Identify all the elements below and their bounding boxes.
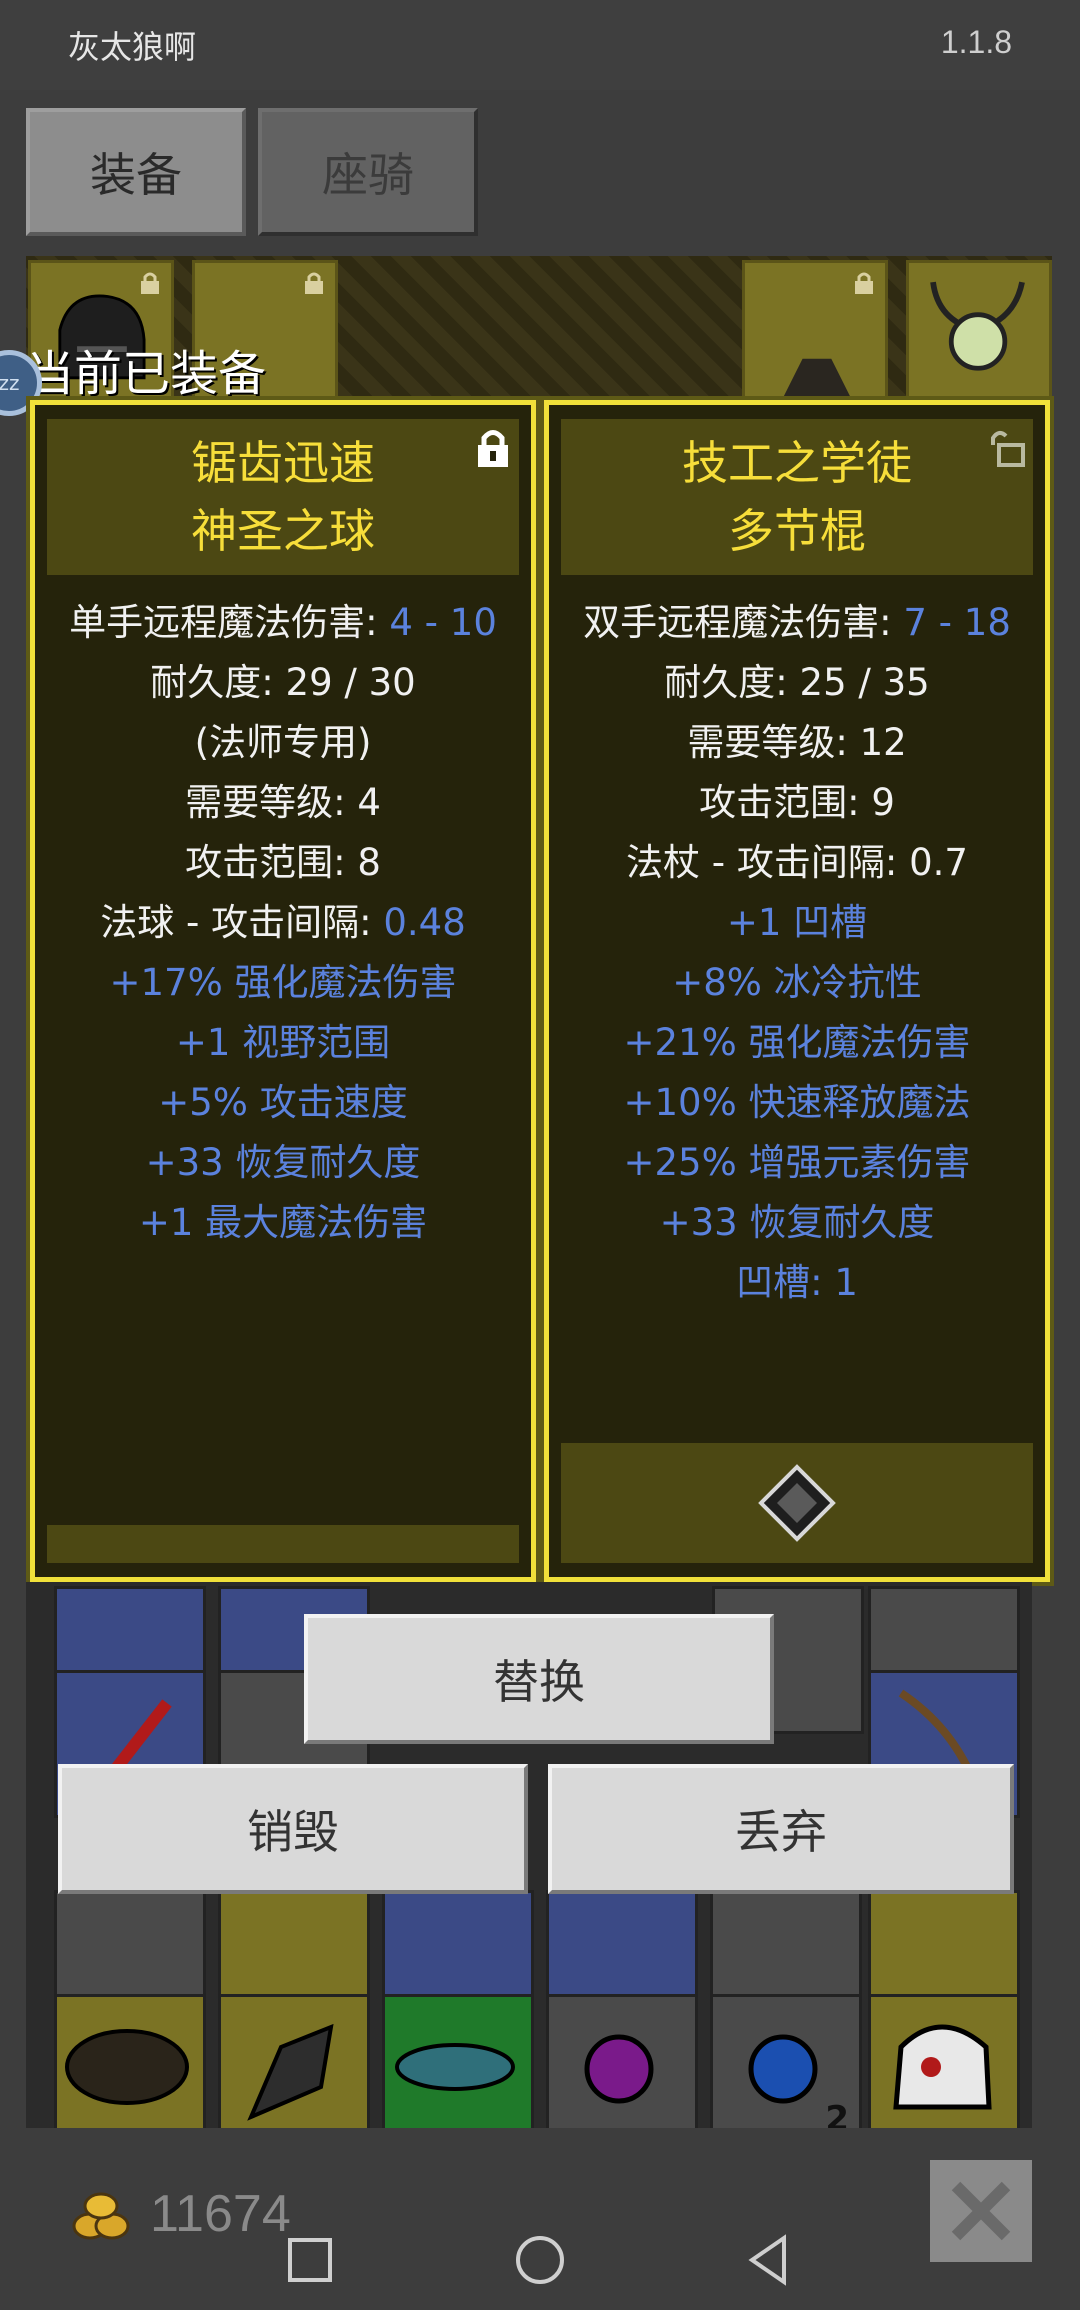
stat-line: 双手远程魔法伤害: 7 - 18 — [583, 601, 1011, 644]
stat-line: 法球 - 攻击间隔: 0.48 — [100, 901, 466, 944]
inventory-slot[interactable] — [218, 1994, 370, 2142]
stat-line: 需要等级: 4 — [185, 781, 381, 824]
status-bar: 灰太狼啊 1.1.8 — [0, 0, 1080, 90]
stat-line: 法杖 - 攻击间隔: 0.7 — [626, 841, 968, 884]
item-card-selected: 技工之学徒 多节棍 双手远程魔法伤害: 7 - 18 耐久度: 25 / 35 … — [540, 396, 1054, 1586]
socket-footer — [561, 1443, 1033, 1563]
amulet-icon — [930, 281, 1025, 371]
card-footer — [47, 1525, 519, 1563]
diamond-socket-icon — [758, 1464, 836, 1542]
discard-button[interactable]: 丢弃 — [548, 1764, 1014, 1894]
item-affix: 技工之学徒 — [682, 436, 912, 490]
magic-stat-line: +1 凹槽 — [726, 901, 868, 944]
magic-stat-line: 凹槽: 1 — [736, 1261, 858, 1304]
belt-icon — [65, 2029, 189, 2105]
stat-line: 需要等级: 12 — [687, 721, 907, 764]
inventory-slot[interactable] — [868, 1994, 1020, 2142]
magic-stat-line: +8% 冰冷抗性 — [672, 961, 922, 1004]
lock-icon — [855, 272, 873, 294]
magic-stat-line: +33 恢复耐久度 — [145, 1141, 421, 1184]
version-label: 1.1.8 — [940, 24, 1012, 60]
stat-line: 单手远程魔法伤害: 4 - 10 — [69, 601, 497, 644]
inventory-slot[interactable] — [54, 1994, 206, 2142]
lock-icon[interactable] — [475, 427, 511, 469]
ring-icon — [395, 2043, 515, 2091]
equip-slot-armor[interactable] — [742, 260, 888, 400]
magic-stat-line: +17% 强化魔法伤害 — [109, 961, 457, 1004]
magic-stat-line: +1 视野范围 — [175, 1021, 391, 1064]
equip-slot-amulet[interactable] — [906, 260, 1052, 400]
item-base-name: 神圣之球 — [191, 504, 375, 558]
item-base-name: 多节棍 — [728, 504, 866, 558]
item-stats: 双手远程魔法伤害: 7 - 18 耐久度: 25 / 35 需要等级: 12 攻… — [549, 593, 1045, 1313]
tab-equipment[interactable]: 装备 — [26, 108, 246, 236]
stat-line: (法师专用) — [194, 721, 372, 764]
magic-stat-line: +33 恢复耐久度 — [659, 1201, 935, 1244]
item-affix: 锯齿迅速 — [191, 436, 375, 490]
magic-stat-line: +21% 强化魔法伤害 — [623, 1021, 971, 1064]
magic-stat-line: +5% 攻击速度 — [158, 1081, 408, 1124]
item-name-header: 技工之学徒 多节棍 — [561, 419, 1033, 575]
magic-stat-line: +25% 增强元素伤害 — [623, 1141, 971, 1184]
item-stats: 单手远程魔法伤害: 4 - 10 耐久度: 29 / 30 (法师专用) 需要等… — [35, 593, 531, 1253]
recent-apps-icon[interactable] — [280, 2230, 340, 2290]
gauntlet-icon — [247, 2023, 334, 2121]
magic-stat-line: +10% 快速释放魔法 — [623, 1081, 971, 1124]
skull-helm-icon — [893, 2024, 992, 2110]
close-button[interactable] — [930, 2160, 1032, 2262]
lock-icon — [305, 272, 323, 294]
inventory-slot[interactable] — [546, 1994, 698, 2142]
item-card-equipped: 锯齿迅速 神圣之球 单手远程魔法伤害: 4 - 10 耐久度: 29 / 30 … — [26, 396, 540, 1586]
section-label: 当前已装备 — [26, 346, 267, 402]
stat-line: 耐久度: 25 / 35 — [664, 661, 930, 704]
stat-line: 攻击范围: 8 — [185, 841, 381, 884]
stat-line: 耐久度: 29 / 30 — [150, 661, 416, 704]
inventory-slot[interactable]: 2 — [710, 1994, 862, 2142]
home-icon[interactable] — [510, 2230, 570, 2290]
purple-gem-icon — [584, 2034, 654, 2104]
stat-line: 攻击范围: 9 — [699, 781, 895, 824]
back-icon[interactable] — [740, 2230, 800, 2290]
tab-mount[interactable]: 座骑 — [258, 108, 478, 236]
app-title: 灰太狼啊 — [68, 28, 197, 66]
replace-button[interactable]: 替换 — [304, 1614, 774, 1744]
gold-coins-icon — [72, 2192, 130, 2240]
close-icon — [951, 2181, 1011, 2241]
destroy-button[interactable]: 销毁 — [58, 1764, 528, 1894]
unlock-icon[interactable] — [989, 427, 1025, 469]
item-name-header: 锯齿迅速 神圣之球 — [47, 419, 519, 575]
lock-icon — [141, 272, 159, 294]
gold-amount: 11674 — [150, 2185, 291, 2243]
magic-stat-line: +1 最大魔法伤害 — [138, 1201, 428, 1244]
inventory-slot[interactable] — [382, 1994, 534, 2142]
